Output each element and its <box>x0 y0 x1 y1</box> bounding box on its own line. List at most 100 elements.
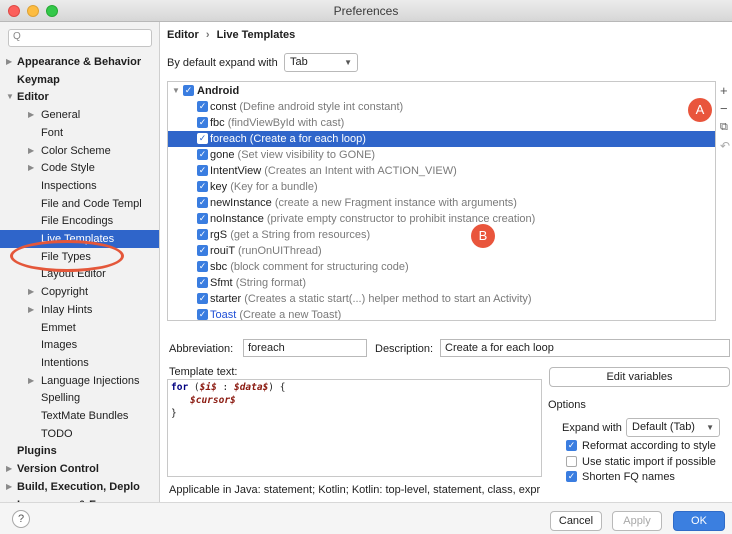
template-row[interactable]: ✓ newInstance (create a new Fragment inst… <box>168 195 715 211</box>
sidebar-item[interactable]: ▶ Version Control <box>0 460 159 478</box>
template-row[interactable]: ✓ Toast (Create a new Toast) <box>168 307 715 320</box>
template-abbreviation: gone <box>210 149 235 161</box>
chevron-right-icon[interactable]: ▶ <box>6 478 12 496</box>
abbreviation-input[interactable]: foreach <box>243 339 367 357</box>
checkbox-checked-icon[interactable]: ✓ <box>197 261 208 272</box>
checkbox-checked-icon[interactable]: ✓ <box>197 245 208 256</box>
checkbox-checked-icon[interactable]: ✓ <box>197 117 208 128</box>
checkbox-checked-icon[interactable]: ✓ <box>566 440 577 451</box>
template-abbreviation: rgS <box>210 229 228 241</box>
checkbox-checked-icon[interactable]: ✓ <box>197 149 208 160</box>
templates-list[interactable]: ▼ ✓ Android ✓ const (Define android style… <box>167 81 716 321</box>
template-row[interactable]: ✓ starter (Creates a static start(...) he… <box>168 291 715 307</box>
add-icon[interactable]: + <box>720 83 728 98</box>
description-input[interactable]: Create a for each loop <box>440 339 730 357</box>
template-row[interactable]: ✓ sbc (block comment for structuring code… <box>168 259 715 275</box>
apply-button[interactable]: Apply <box>612 511 662 531</box>
sidebar-item[interactable]: ▶ Language Injections <box>0 372 159 390</box>
template-description: (findViewById with cast) <box>227 117 345 129</box>
sidebar-item[interactable]: ▶ Build, Execution, Deplo <box>0 478 159 496</box>
sidebar-item[interactable]: Plugins <box>0 442 159 460</box>
remove-icon[interactable]: − <box>720 101 728 116</box>
template-abbreviation: foreach <box>210 133 247 145</box>
checkbox-checked-icon[interactable]: ✓ <box>197 181 208 192</box>
checkbox-checked-icon[interactable]: ✓ <box>197 277 208 288</box>
sidebar-item[interactable]: ▶ Code Style <box>0 159 159 177</box>
sidebar-item[interactable]: ▼ Editor <box>0 88 159 106</box>
sidebar-item[interactable]: Inspections <box>0 177 159 195</box>
chevron-down-icon[interactable]: ▼ <box>6 88 14 106</box>
ok-button[interactable]: OK <box>673 511 725 531</box>
sidebar-item[interactable]: Font <box>0 124 159 142</box>
sidebar-item[interactable]: TODO <box>0 425 159 443</box>
template-text-editor[interactable]: for ($i$ : $data$) { $cursor$ } <box>167 379 542 477</box>
sidebar-item-label: Intentions <box>41 356 89 369</box>
template-row[interactable]: ✓ rgS (get a String from resources) <box>168 227 715 243</box>
sidebar-item[interactable]: File Encodings <box>0 212 159 230</box>
sidebar-item[interactable]: ▶ Copyright <box>0 283 159 301</box>
highlight-ellipse <box>10 240 124 272</box>
template-abbreviation: rouiT <box>210 245 235 257</box>
template-row[interactable]: ✓ foreach (Create a for each loop) <box>168 131 715 147</box>
sidebar-item[interactable]: TextMate Bundles <box>0 407 159 425</box>
template-row[interactable]: ✓ noInstance (private empty constructor t… <box>168 211 715 227</box>
sidebar-item[interactable]: ▶ General <box>0 106 159 124</box>
expand-with-select[interactable]: Default (Tab) ▼ <box>626 418 720 437</box>
checkbox-checked-icon[interactable]: ✓ <box>197 229 208 240</box>
checkbox-checked-icon[interactable]: ✓ <box>566 471 577 482</box>
chevron-right-icon[interactable]: ▶ <box>6 460 12 478</box>
chevron-right-icon[interactable]: ▶ <box>28 106 34 124</box>
applicable-contexts[interactable]: Applicable in Java: statement; Kotlin; K… <box>169 484 541 496</box>
restore-icon[interactable]: ↶ <box>720 139 730 153</box>
template-label: IntentView (Creates an Intent with ACTIO… <box>210 163 457 179</box>
sidebar-item[interactable]: Intentions <box>0 354 159 372</box>
sidebar-item[interactable]: Emmet <box>0 319 159 337</box>
template-group-android[interactable]: ▼ ✓ Android <box>168 83 715 99</box>
template-row[interactable]: ✓ gone (Set view visibility to GONE) <box>168 147 715 163</box>
code-line: for ($i$ : $data$) { <box>171 382 286 393</box>
sidebar-item[interactable]: File and Code Templ <box>0 195 159 213</box>
settings-search-input[interactable]: Q <box>8 29 152 47</box>
checkbox-checked-icon[interactable]: ✓ <box>197 133 208 144</box>
chevron-right-icon[interactable]: ▶ <box>28 301 34 319</box>
sidebar-item[interactable]: ▶ Inlay Hints <box>0 301 159 319</box>
chevron-right-icon[interactable]: ▶ <box>28 283 34 301</box>
template-row[interactable]: ✓ key (Key for a bundle) <box>168 179 715 195</box>
checkbox-checked-icon[interactable]: ✓ <box>197 293 208 304</box>
edit-variables-button[interactable]: Edit variables <box>549 367 730 387</box>
checkbox-unchecked-icon[interactable] <box>566 455 577 467</box>
sidebar-item[interactable]: Keymap <box>0 71 159 89</box>
template-row[interactable]: ✓ rouiT (runOnUIThread) <box>168 243 715 259</box>
template-label: gone (Set view visibility to GONE) <box>210 147 375 163</box>
expand-key-select[interactable]: Tab ▼ <box>284 53 358 72</box>
template-row[interactable]: ✓ fbc (findViewById with cast) <box>168 115 715 131</box>
sidebar-item[interactable]: Spelling <box>0 389 159 407</box>
checkbox-checked-icon[interactable]: ✓ <box>197 165 208 176</box>
help-button[interactable]: ? <box>12 510 30 528</box>
chevron-right-icon[interactable]: ▶ <box>28 159 34 177</box>
cancel-button[interactable]: Cancel <box>550 511 602 531</box>
template-row[interactable]: ✓ IntentView (Creates an Intent with ACTI… <box>168 163 715 179</box>
chevron-right-icon[interactable]: ▶ <box>6 53 12 71</box>
template-row[interactable]: ✓ Sfmt (String format) <box>168 275 715 291</box>
chevron-right-icon[interactable]: ▶ <box>28 372 34 390</box>
sidebar-item[interactable]: ▶ Color Scheme <box>0 142 159 160</box>
template-label: rouiT (runOnUIThread) <box>210 243 322 259</box>
chevron-right-icon[interactable]: ▶ <box>28 142 34 160</box>
sidebar-item[interactable]: ▶ Appearance & Behavior <box>0 53 159 71</box>
expand-with-label: Expand with <box>562 422 622 434</box>
sidebar-item[interactable]: Images <box>0 336 159 354</box>
checkbox-checked-icon[interactable]: ✓ <box>197 309 208 320</box>
checkbox-checked-icon[interactable]: ✓ <box>183 85 194 96</box>
template-row[interactable]: ✓ const (Define android style int constan… <box>168 99 715 115</box>
template-description: (get a String from resources) <box>230 229 371 241</box>
checkbox-checked-icon[interactable]: ✓ <box>197 197 208 208</box>
option-label: Reformat according to style <box>582 440 716 452</box>
copy-icon[interactable]: ⧉ <box>720 121 728 134</box>
checkbox-checked-icon[interactable]: ✓ <box>197 101 208 112</box>
checkbox-checked-icon[interactable]: ✓ <box>197 213 208 224</box>
template-label: starter (Creates a static start(...) hel… <box>210 291 532 307</box>
breadcrumb-section[interactable]: Editor <box>167 29 199 41</box>
expand-key-value: Tab <box>290 56 308 68</box>
template-abbreviation: const <box>210 101 237 113</box>
